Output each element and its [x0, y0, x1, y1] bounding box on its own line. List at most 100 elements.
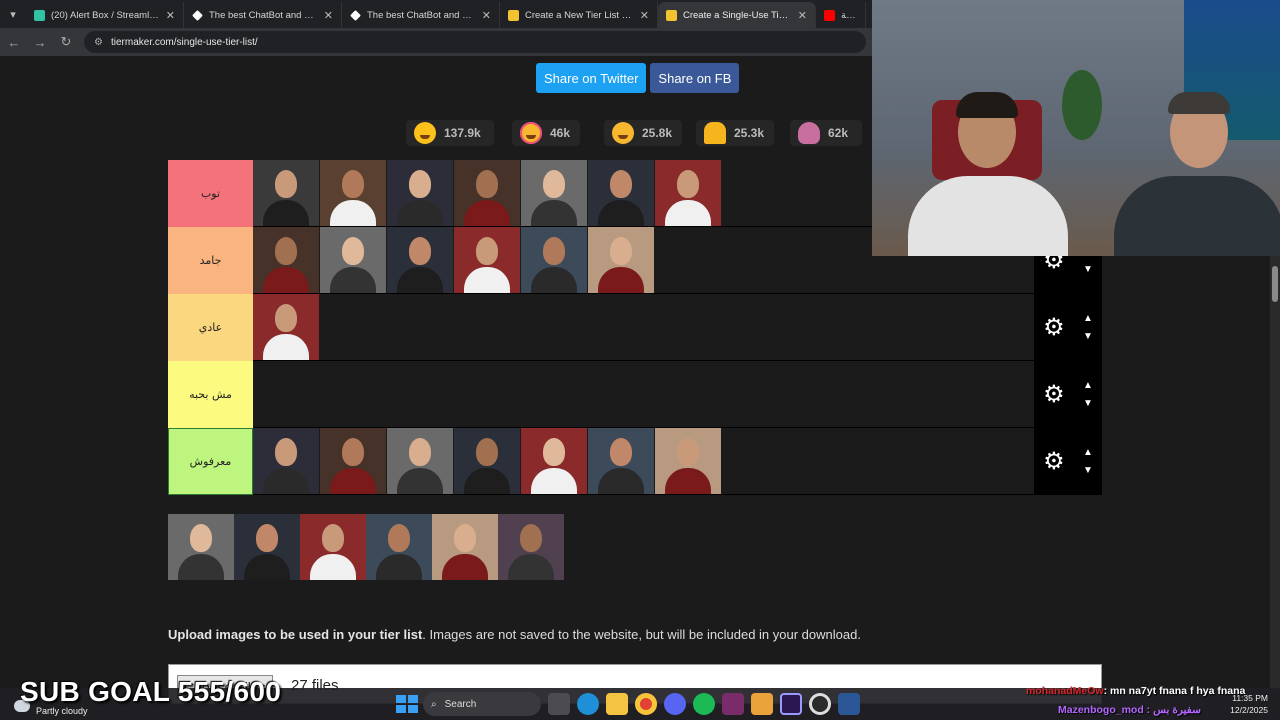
discord-icon[interactable]	[664, 693, 686, 715]
pool-image[interactable]	[432, 514, 498, 580]
close-icon[interactable]: ✕	[798, 9, 807, 22]
tier-image[interactable]	[655, 428, 721, 494]
tab-alert-box[interactable]: (20) Alert Box / Streamlabs ✕	[26, 2, 184, 28]
tab-title: Create a New Tier List - TierMa	[525, 9, 634, 21]
tier-image[interactable]	[387, 160, 453, 226]
share-twitter-button[interactable]: Share on Twitter	[536, 63, 647, 93]
close-icon[interactable]: ✕	[166, 9, 175, 22]
portrait-head	[409, 438, 431, 466]
tier-image[interactable]	[655, 160, 721, 226]
media-app-icon[interactable]	[722, 693, 744, 715]
tier-image[interactable]	[454, 160, 520, 226]
gear-icon[interactable]: ⚙	[1043, 380, 1065, 409]
notepad-icon[interactable]	[751, 693, 773, 715]
tab-youtube[interactable]: كلمة	[816, 2, 866, 28]
tier-image[interactable]	[387, 428, 453, 494]
gear-icon[interactable]: ⚙	[1043, 313, 1065, 342]
word-icon[interactable]	[838, 693, 860, 715]
chevron-up-icon[interactable]: ▲	[1083, 447, 1093, 458]
chevron-up-icon[interactable]: ▲	[1083, 313, 1093, 324]
portrait-body	[531, 267, 577, 293]
page-scrollbar[interactable]	[1270, 256, 1280, 692]
tier-image[interactable]	[588, 428, 654, 494]
portrait-head	[275, 304, 297, 332]
chevron-down-icon[interactable]: ▼	[1083, 398, 1093, 409]
tier-image[interactable]	[387, 227, 453, 293]
portrait-head	[388, 524, 410, 552]
pool-image[interactable]	[300, 514, 366, 580]
edge-icon[interactable]	[577, 693, 599, 715]
close-icon[interactable]: ✕	[324, 9, 333, 22]
close-icon[interactable]: ✕	[482, 9, 491, 22]
tier-image[interactable]	[253, 294, 319, 360]
tier-image[interactable]	[521, 428, 587, 494]
tier-items[interactable]	[253, 361, 1034, 427]
tier-image[interactable]	[454, 227, 520, 293]
address-bar: ← → ↻ ⚙ tiermaker.com/single-use-tier-li…	[0, 28, 872, 56]
portrait-head	[342, 438, 364, 466]
tier-image[interactable]	[454, 428, 520, 494]
tier-image[interactable]	[253, 227, 319, 293]
tab-tiermaker-new[interactable]: Create a New Tier List - TierMa ✕	[500, 2, 658, 28]
scroll-thumb[interactable]	[1272, 266, 1278, 302]
tier-image[interactable]	[588, 160, 654, 226]
tier-label[interactable]: جامد	[168, 227, 253, 294]
premiere-icon[interactable]	[780, 693, 802, 715]
chrome-icon[interactable]	[635, 693, 657, 715]
tab-tiermaker-single-use[interactable]: Create a Single-Use Tier List (P ✕	[658, 2, 816, 28]
reaction-heart-eyes[interactable]: 46k	[512, 120, 580, 146]
obs-icon[interactable]	[809, 693, 831, 715]
move-arrows: ▲▼	[1083, 447, 1093, 476]
reload-icon[interactable]: ↻	[58, 34, 74, 50]
tier-image[interactable]	[320, 160, 386, 226]
tier-label[interactable]: عادي	[168, 294, 253, 361]
file-explorer-icon[interactable]	[606, 693, 628, 715]
pool-image[interactable]	[366, 514, 432, 580]
share-fb-button[interactable]: Share on FB	[650, 63, 740, 93]
tab-title: The best ChatBot and Widgets	[209, 9, 318, 21]
back-icon[interactable]: ←	[6, 35, 22, 50]
gear-icon[interactable]: ⚙	[1043, 447, 1065, 476]
tier-image[interactable]	[521, 160, 587, 226]
tab-chatbot-2[interactable]: The best ChatBot and Widgets ✕	[342, 2, 500, 28]
tier-image[interactable]	[588, 227, 654, 293]
tier-items[interactable]	[253, 428, 1034, 494]
pool-image[interactable]	[234, 514, 300, 580]
tier-image[interactable]	[320, 227, 386, 293]
reaction-laughing[interactable]: 25.8k	[604, 120, 682, 146]
upload-instructions: Upload images to be used in your tier li…	[168, 627, 861, 642]
forward-icon[interactable]: →	[32, 35, 48, 50]
tier-label[interactable]: توب	[168, 160, 253, 227]
chevron-up-icon[interactable]: ▲	[1083, 380, 1093, 391]
taskbar-search[interactable]: ⌕ Search	[423, 692, 541, 716]
close-icon[interactable]: ✕	[640, 9, 649, 22]
tab-chatbot-1[interactable]: The best ChatBot and Widgets ✕	[184, 2, 342, 28]
tier-label[interactable]: مش بحبه	[168, 361, 253, 428]
chevron-down-icon[interactable]: ▼	[1083, 331, 1093, 342]
tier-label[interactable]: معرفوش	[168, 428, 253, 495]
url-field[interactable]: ⚙ tiermaker.com/single-use-tier-list/	[84, 31, 866, 53]
reaction-raised-hands[interactable]: 25.3k	[696, 120, 774, 146]
person-hair	[956, 92, 1018, 118]
chevron-down-icon[interactable]: ▼	[1083, 264, 1093, 275]
tier-image[interactable]	[253, 428, 319, 494]
person-body	[1114, 176, 1280, 256]
portrait-body	[665, 200, 711, 226]
pool-image[interactable]	[168, 514, 234, 580]
site-info-icon[interactable]: ⚙	[94, 37, 103, 48]
portrait-body	[397, 200, 443, 226]
pool-image[interactable]	[498, 514, 564, 580]
tier-image[interactable]	[253, 160, 319, 226]
task-view-icon[interactable]	[548, 693, 570, 715]
reaction-grin[interactable]: 137.9k	[406, 120, 494, 146]
tier-image[interactable]	[521, 227, 587, 293]
tab-search-icon[interactable]: ▾	[0, 0, 26, 28]
move-arrows: ▲▼	[1083, 380, 1093, 409]
windows-start-icon[interactable]	[394, 693, 418, 715]
reaction-poop[interactable]: 62k	[790, 120, 862, 146]
chevron-down-icon[interactable]: ▼	[1083, 465, 1093, 476]
tier-image[interactable]	[320, 428, 386, 494]
tier-items[interactable]	[253, 294, 1034, 360]
spotify-icon[interactable]	[693, 693, 715, 715]
portrait-body	[665, 468, 711, 494]
